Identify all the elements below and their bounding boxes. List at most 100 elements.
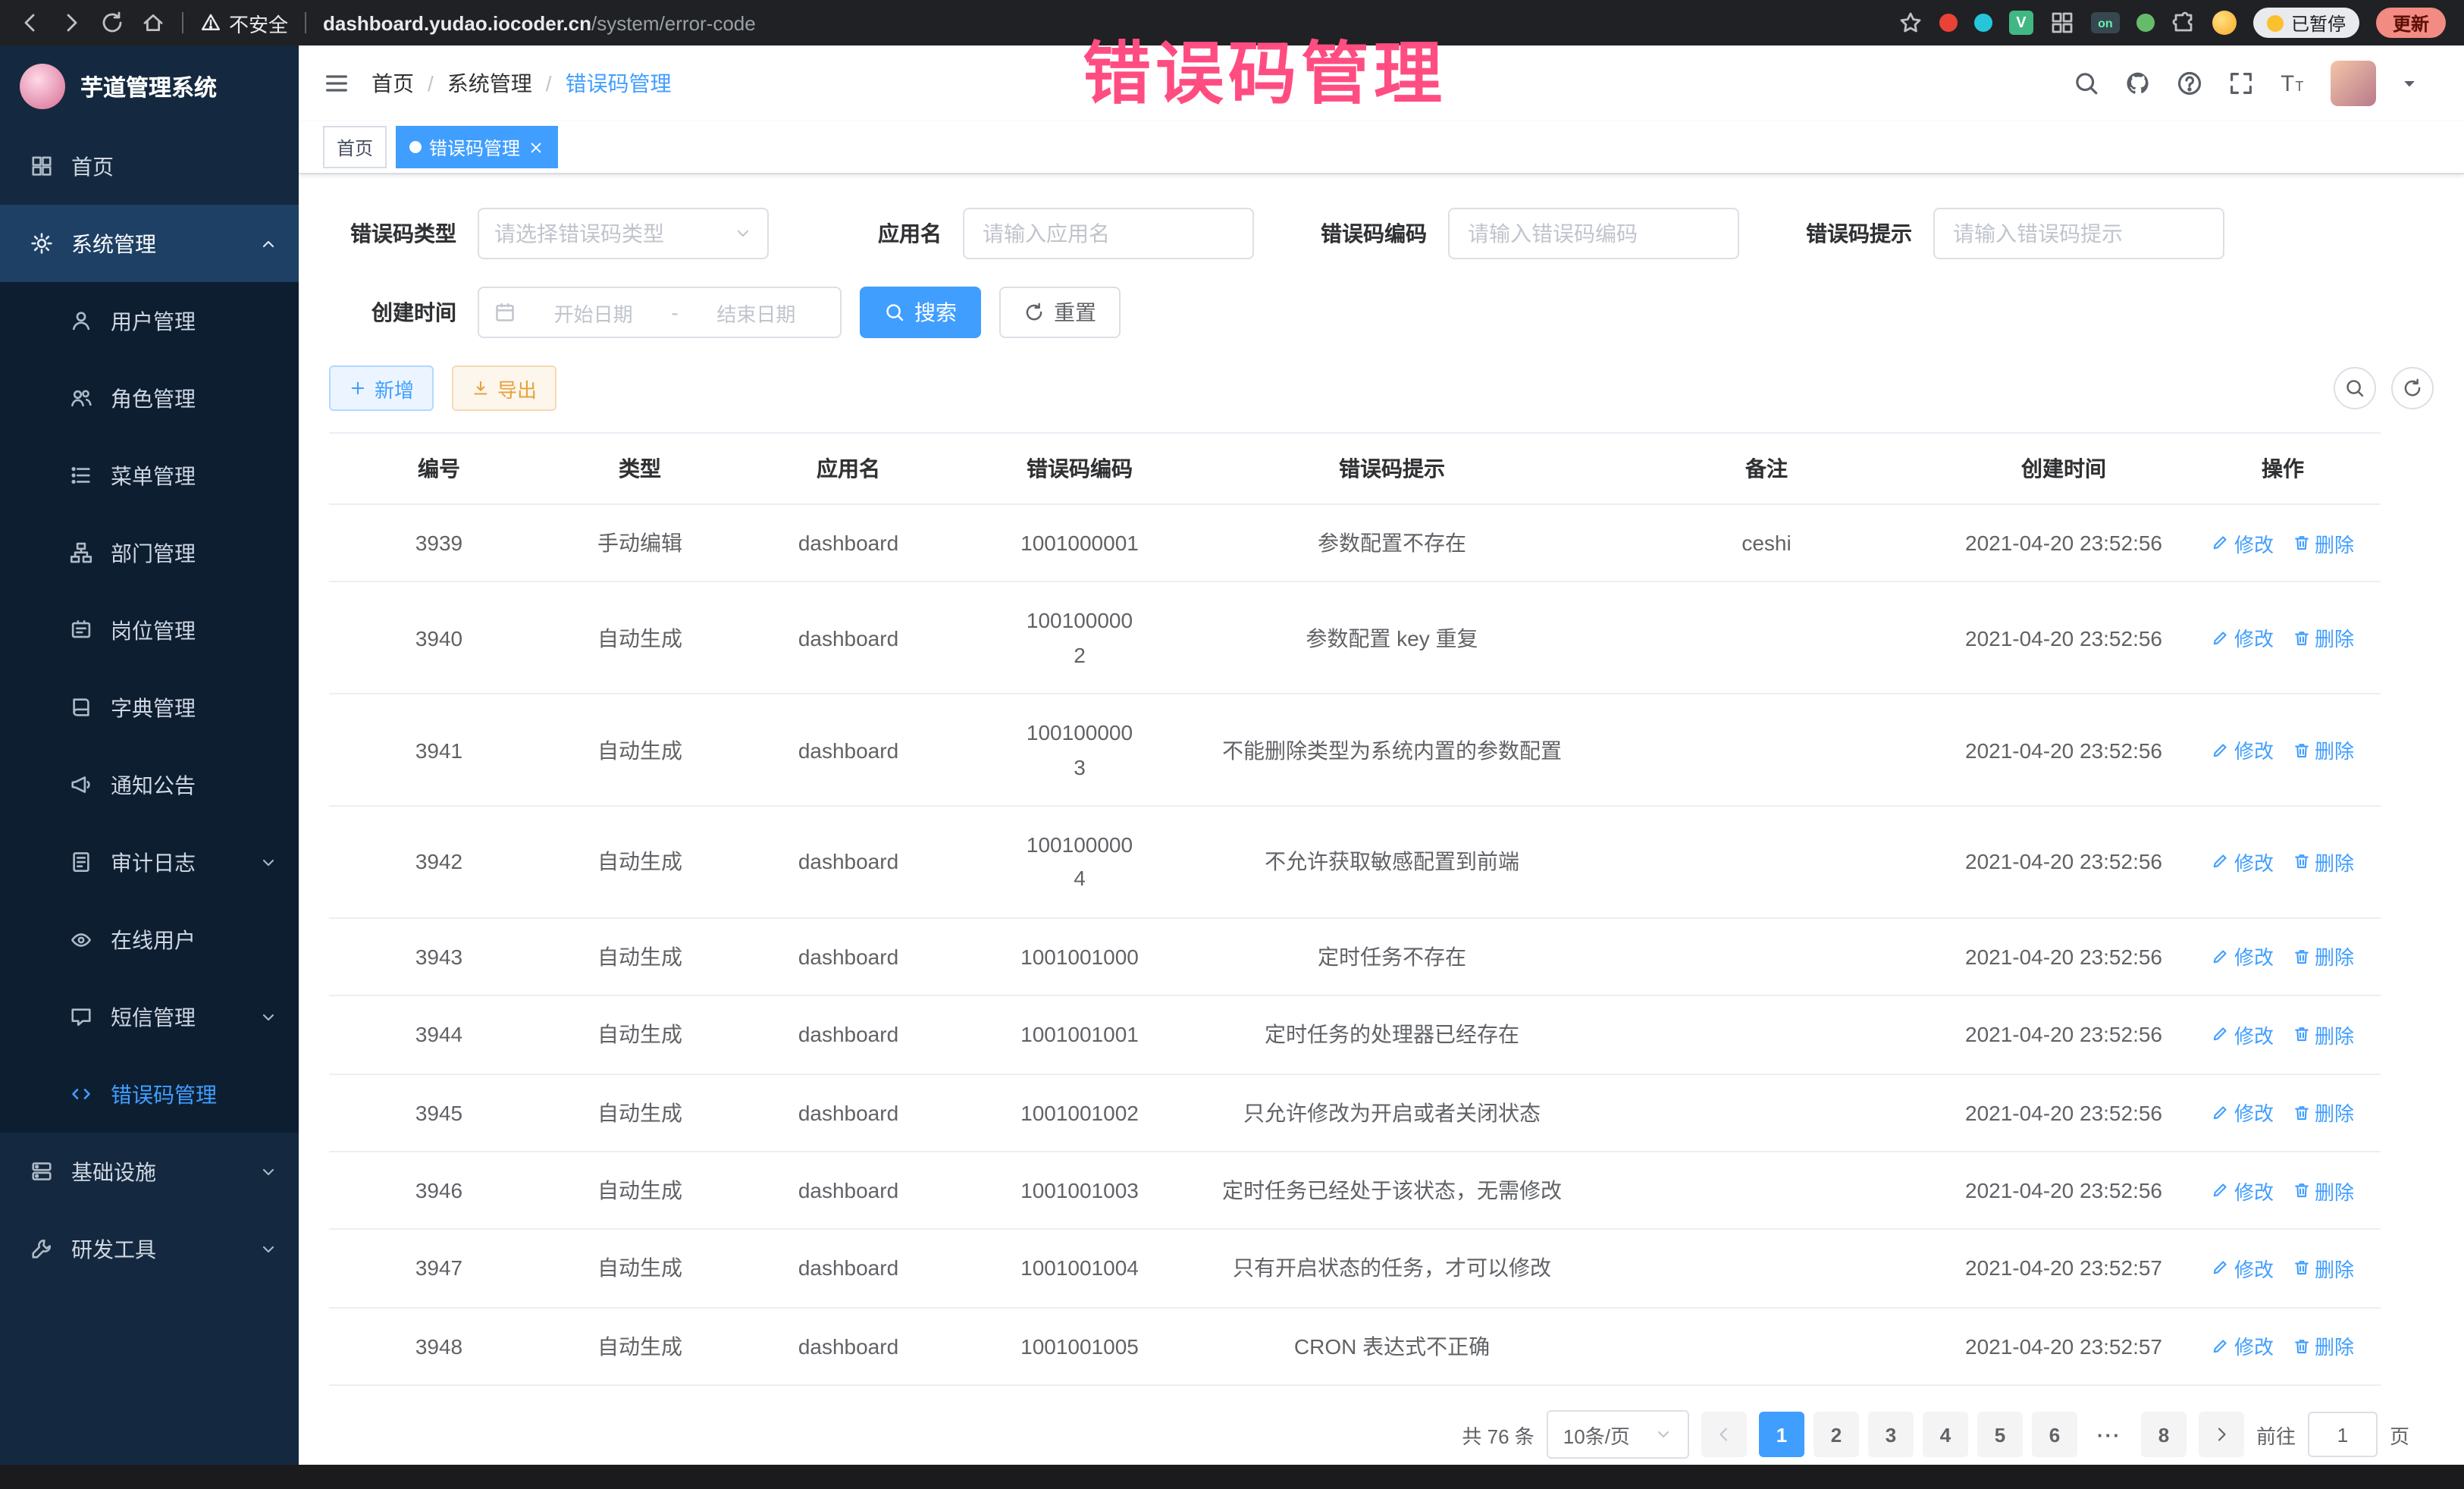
page-ellipsis[interactable]: ··· <box>2086 1412 2132 1457</box>
reload-button[interactable] <box>100 11 124 35</box>
delete-link[interactable]: 删除 <box>2292 624 2354 653</box>
edit-link[interactable]: 修改 <box>2212 735 2274 764</box>
sidebar-item-label: 首页 <box>71 151 277 181</box>
sidebar-item-infrastructure[interactable]: 基础设施 <box>0 1133 299 1210</box>
app-logo[interactable]: 芋道管理系统 <box>0 45 299 127</box>
edit-link[interactable]: 修改 <box>2212 1020 2274 1049</box>
edit-link[interactable]: 修改 <box>2212 1254 2274 1283</box>
delete-link[interactable]: 删除 <box>2292 1176 2354 1205</box>
font-size-icon[interactable]: TT <box>2279 70 2306 97</box>
create-time-range-picker[interactable]: 开始日期 - 结束日期 <box>478 287 842 338</box>
error-code-input[interactable] <box>1448 208 1739 259</box>
sidebar-item-error-code-management[interactable]: 错误码管理 <box>0 1055 299 1133</box>
page-button-3[interactable]: 3 <box>1868 1412 1914 1457</box>
page-button-5[interactable]: 5 <box>1977 1412 2023 1457</box>
user-avatar[interactable] <box>2331 61 2376 106</box>
edit-link[interactable]: 修改 <box>2212 942 2274 971</box>
reset-button[interactable]: 重置 <box>999 287 1121 338</box>
extension-icon-teal[interactable] <box>1974 14 1992 32</box>
fullscreen-icon[interactable] <box>2227 70 2255 97</box>
github-icon[interactable] <box>2124 70 2152 97</box>
page-button-4[interactable]: 4 <box>1923 1412 1968 1457</box>
refresh-table-button[interactable] <box>2391 367 2434 409</box>
sidebar-item-user-management[interactable]: 用户管理 <box>0 282 299 359</box>
cell-actions: 修改删除 <box>2185 1230 2381 1308</box>
sidebar-item-menu-management[interactable]: 菜单管理 <box>0 437 299 514</box>
delete-link[interactable]: 删除 <box>2292 848 2354 876</box>
search-button[interactable]: 搜索 <box>860 287 981 338</box>
delete-link[interactable]: 删除 <box>2292 942 2354 971</box>
cell-message: 不能删除类型为系统内置的参数配置 <box>1193 694 1591 806</box>
sidebar-item-audit-log[interactable]: 审计日志 <box>0 823 299 901</box>
goto-page-input[interactable] <box>2308 1412 2378 1457</box>
vue-devtools-icon[interactable]: V <box>2009 11 2033 35</box>
page-size-select[interactable]: 10条/页 <box>1547 1410 1689 1459</box>
paused-badge[interactable]: 已暂停 <box>2253 8 2359 38</box>
home-button[interactable] <box>141 11 165 35</box>
toggle-search-button[interactable] <box>2334 367 2376 409</box>
edit-icon <box>2212 629 2230 647</box>
delete-link[interactable]: 删除 <box>2292 1098 2354 1127</box>
filter-create-time: 创建时间 开始日期 - 结束日期 <box>329 287 842 338</box>
error-message-input[interactable] <box>1933 208 2224 259</box>
extensions-puzzle-icon[interactable] <box>2171 11 2196 35</box>
tab-home[interactable]: 首页 <box>323 126 387 168</box>
error-type-select[interactable]: 请选择错误码类型 <box>478 208 769 259</box>
sidebar-item-dict-management[interactable]: 字典管理 <box>0 669 299 746</box>
edit-link[interactable]: 修改 <box>2212 1098 2274 1127</box>
edit-link[interactable]: 修改 <box>2212 1176 2274 1205</box>
edit-link[interactable]: 修改 <box>2212 848 2274 876</box>
edit-link[interactable]: 修改 <box>2212 528 2274 557</box>
add-button[interactable]: 新增 <box>329 365 434 411</box>
breadcrumb-item[interactable]: 首页 <box>371 68 414 99</box>
delete-link[interactable]: 删除 <box>2292 1020 2354 1049</box>
forward-button[interactable] <box>59 11 83 35</box>
sidebar-item-dev-tools[interactable]: 研发工具 <box>0 1210 299 1287</box>
page-button-2[interactable]: 2 <box>1814 1412 1859 1457</box>
sidebar-item-system-management[interactable]: 系统管理 <box>0 205 299 282</box>
page-button-1[interactable]: 1 <box>1759 1412 1804 1457</box>
sidebar-item-role-management[interactable]: 角色管理 <box>0 359 299 437</box>
export-button[interactable]: 导出 <box>452 365 556 411</box>
extension-grid-icon[interactable] <box>2050 11 2074 35</box>
address-bar[interactable]: dashboard.yudao.iocoder.cn/system/error-… <box>323 11 756 34</box>
docs-help-icon[interactable] <box>2176 70 2203 97</box>
sidebar-item-post-management[interactable]: 岗位管理 <box>0 591 299 669</box>
delete-link[interactable]: 删除 <box>2292 735 2354 764</box>
delete-link[interactable]: 删除 <box>2292 528 2354 557</box>
tab-error-code[interactable]: 错误码管理 <box>396 126 558 168</box>
breadcrumb-item[interactable]: 系统管理 <box>447 68 532 99</box>
next-page-button[interactable] <box>2199 1412 2244 1457</box>
sidebar-item-notice-announcement[interactable]: 通知公告 <box>0 746 299 823</box>
sidebar-item-online-users[interactable]: 在线用户 <box>0 901 299 978</box>
extension-on-badge-icon[interactable]: on <box>2091 12 2120 33</box>
bookmark-star-icon[interactable] <box>1898 11 1923 35</box>
sidebar-item-dept-management[interactable]: 部门管理 <box>0 514 299 591</box>
page-button-8[interactable]: 8 <box>2141 1412 2187 1457</box>
update-button[interactable]: 更新 <box>2376 8 2446 38</box>
delete-icon <box>2292 741 2310 759</box>
sidebar-toggle[interactable] <box>323 70 350 97</box>
edit-label: 修改 <box>2234 735 2274 764</box>
extension-icon-green[interactable] <box>2136 14 2155 32</box>
error-type-placeholder: 请选择错误码类型 <box>494 218 664 249</box>
avatar-caret-icon[interactable] <box>2400 74 2419 92</box>
header-search-icon[interactable] <box>2073 70 2100 97</box>
sidebar-item-sms-management[interactable]: 短信管理 <box>0 978 299 1055</box>
close-icon[interactable] <box>528 139 544 155</box>
extension-icon-red[interactable] <box>1939 14 1958 32</box>
back-button[interactable] <box>18 11 42 35</box>
sidebar-item-home[interactable]: 首页 <box>0 127 299 205</box>
security-label: 不安全 <box>229 8 288 37</box>
page-button-6[interactable]: 6 <box>2032 1412 2077 1457</box>
edit-label: 修改 <box>2234 624 2274 653</box>
delete-link[interactable]: 删除 <box>2292 1332 2354 1361</box>
edit-link[interactable]: 修改 <box>2212 624 2274 653</box>
browser-profile-avatar[interactable] <box>2212 11 2237 35</box>
app-name-input[interactable] <box>963 208 1254 259</box>
security-indicator[interactable]: 不安全 <box>200 8 288 37</box>
prev-page-button[interactable] <box>1701 1412 1747 1457</box>
delete-link[interactable]: 删除 <box>2292 1254 2354 1283</box>
edit-link[interactable]: 修改 <box>2212 1332 2274 1361</box>
delete-icon <box>2292 534 2310 552</box>
